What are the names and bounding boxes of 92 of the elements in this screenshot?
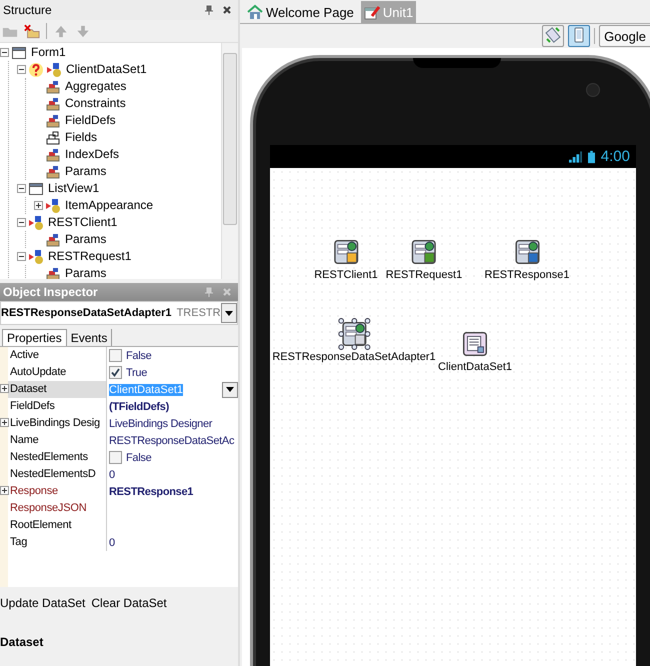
expand-icon[interactable] <box>0 384 9 392</box>
house-icon <box>247 4 263 20</box>
blocks-outline-icon <box>45 130 61 146</box>
tree-item[interactable]: IndexDefs <box>63 146 120 163</box>
blocks-icon <box>45 78 61 94</box>
tab[interactable]: Welcome Page <box>244 1 357 23</box>
property-value: 0 <box>109 536 115 548</box>
blocks-icon <box>45 266 61 279</box>
collapse-icon[interactable] <box>17 65 26 74</box>
camera-lens <box>586 83 600 97</box>
tree-item[interactable]: RESTRequest1 <box>46 248 132 265</box>
property-name[interactable]: FieldDefs <box>8 398 107 415</box>
action-link[interactable]: Update DataSet <box>0 596 86 610</box>
rotate-icon <box>545 27 562 43</box>
component-type: TRESTR <box>176 307 221 319</box>
checkbox[interactable] <box>109 451 122 464</box>
delete-folder-icon[interactable] <box>24 24 40 38</box>
expand-icon[interactable] <box>0 486 9 494</box>
tree-item[interactable]: Aggregates <box>63 78 126 95</box>
component-icon <box>46 62 62 78</box>
property-name[interactable]: Tag <box>8 534 107 551</box>
component-icon <box>45 198 61 214</box>
blocks-icon <box>45 232 61 248</box>
component-label[interactable]: RESTClient1 <box>314 269 378 281</box>
property-value: RESTResponse1 <box>109 486 194 498</box>
collapse-icon[interactable] <box>0 48 9 57</box>
blocks-icon <box>45 112 61 128</box>
property-value: LiveBindings Designer <box>109 418 212 430</box>
clock: 4:00 <box>600 148 630 165</box>
device-dropdown[interactable]: Google <box>599 25 650 47</box>
tab[interactable]: Properties <box>2 329 67 346</box>
tree-item[interactable]: Params <box>63 163 106 180</box>
tree-item[interactable]: ClientDataSet1 <box>64 61 147 78</box>
tree-item[interactable]: Constraints <box>63 95 126 112</box>
battery-icon <box>588 150 595 164</box>
collapse-icon[interactable] <box>17 252 26 261</box>
tree-item[interactable]: Params <box>63 265 106 279</box>
property-name[interactable]: Response <box>8 483 107 500</box>
property-name[interactable]: NestedElementsD <box>8 466 107 483</box>
pin-icon[interactable] <box>204 5 214 15</box>
blocks-icon <box>45 146 61 162</box>
caret-icon <box>225 310 233 316</box>
component-label[interactable]: RESTResponseDataSetAdapter1 <box>272 351 436 363</box>
checkbox[interactable] <box>109 349 122 362</box>
blocks-icon <box>45 96 61 112</box>
signal-icon <box>568 150 582 162</box>
property-name[interactable]: ResponseJSON <box>8 500 107 517</box>
tree-item[interactable]: Form1 <box>29 44 66 61</box>
expand-icon[interactable] <box>0 418 9 426</box>
close-icon[interactable] <box>222 5 232 15</box>
scrollbar[interactable] <box>221 43 238 279</box>
property-name[interactable]: Dataset <box>8 381 107 398</box>
component-selector[interactable]: RESTResponseDataSetAdapter1 TRESTR <box>0 301 238 325</box>
component-name: RESTResponseDataSetAdapter1 <box>1 307 172 319</box>
component-icon <box>28 248 44 264</box>
panel-title: Object Inspector <box>3 285 98 299</box>
caret-icon <box>226 387 234 392</box>
property-name[interactable]: Active <box>8 347 107 364</box>
action-link[interactable]: Clear DataSet <box>91 596 167 610</box>
rotate-button[interactable] <box>542 25 564 47</box>
property-value: False <box>126 452 152 464</box>
property-value: 0 <box>109 468 115 480</box>
tree-item[interactable]: Params <box>63 231 106 248</box>
property-name[interactable]: LiveBindings Desig <box>8 415 107 432</box>
expand-icon[interactable] <box>34 201 43 210</box>
form-edit-icon <box>364 4 380 20</box>
component-label[interactable]: RESTResponse1 <box>484 269 570 281</box>
property-value: RESTResponseDataSetAc <box>109 434 234 446</box>
tree-item[interactable]: ItemAppearance <box>63 197 154 214</box>
tree-item[interactable]: FieldDefs <box>63 112 116 129</box>
device-button[interactable] <box>568 25 590 47</box>
panel-title: Structure <box>3 3 52 17</box>
blocks-icon <box>45 164 61 180</box>
checkbox[interactable] <box>109 366 122 379</box>
description-title: Dataset <box>0 635 44 649</box>
collapse-icon[interactable] <box>17 184 26 193</box>
property-value: (TFieldDefs) <box>109 400 169 412</box>
component-label[interactable]: RESTRequest1 <box>386 269 462 281</box>
property-value: True <box>126 366 148 378</box>
property-name[interactable]: RootElement <box>8 517 107 534</box>
tab[interactable]: Events <box>66 329 112 346</box>
component-label[interactable]: ClientDataSet1 <box>438 361 512 373</box>
collapse-icon[interactable] <box>17 218 26 227</box>
tree-item[interactable]: Fields <box>63 129 98 146</box>
tree-item[interactable]: ListView1 <box>46 180 100 197</box>
dropdown-button[interactable] <box>222 382 238 398</box>
property-name[interactable]: NestedElements <box>8 449 107 466</box>
tree-item[interactable]: RESTClient1 <box>46 214 118 231</box>
property-name[interactable]: Name <box>8 432 107 449</box>
property-value: False <box>126 350 152 362</box>
dropdown-button[interactable] <box>221 303 237 323</box>
component-icon <box>28 214 44 230</box>
